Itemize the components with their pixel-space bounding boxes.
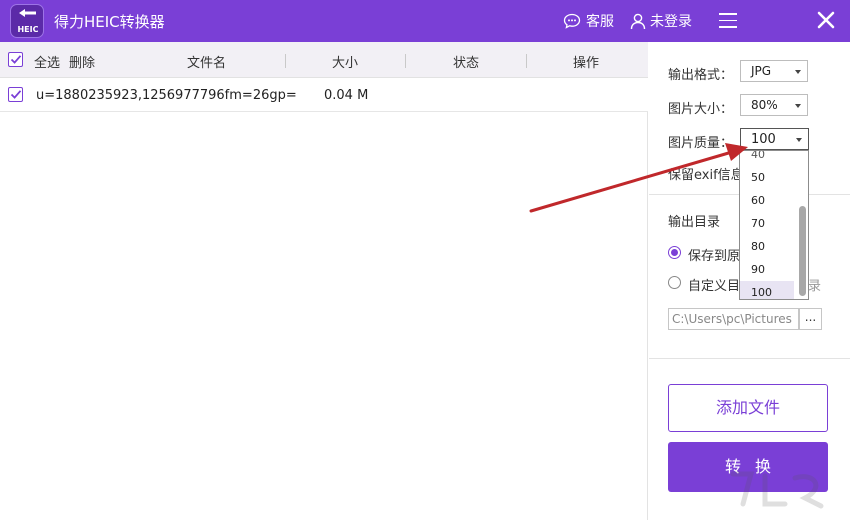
quality-option[interactable]: 80 [740,235,794,258]
keep-exif-label[interactable]: 保留exif信息 [668,164,744,183]
browse-button[interactable]: ... [799,308,822,330]
dropdown-scrollbar[interactable] [797,151,808,299]
image-size-select[interactable]: 80% [740,94,808,116]
quality-option[interactable]: 40 [740,151,794,166]
save-to-original-label[interactable]: 保存到原 [688,245,740,264]
custom-dir-label[interactable]: 自定义目 [688,275,740,294]
custom-dir-label-tail: 录 [808,279,822,294]
section-divider [649,358,850,359]
login-label: 未登录 [650,14,692,30]
file-size: 0.04 M [324,88,369,103]
menu-button[interactable] [719,13,737,29]
column-actions: 操作 [573,56,600,71]
output-format-value: JPG [751,64,772,78]
image-quality-value: 100 [751,132,776,147]
image-quality-select[interactable]: 100 [740,128,809,150]
login-button[interactable]: 未登录 [630,11,692,31]
select-all-checkbox[interactable] [8,52,23,67]
column-status: 状态 [453,56,480,71]
column-divider [405,54,406,68]
caret-down-icon [796,138,802,142]
caret-down-icon [795,70,801,74]
caret-down-icon [795,104,801,108]
output-format-label: 输出格式： [668,68,734,83]
add-file-button[interactable]: 添加文件 [668,384,828,432]
logo-text: HEIC [17,25,39,34]
quality-option[interactable]: 90 [740,258,794,281]
watermark-logo [730,471,824,509]
save-to-original-radio[interactable] [668,246,681,259]
app-logo: HEIC [10,4,44,38]
output-path-input[interactable]: C:\Users\pc\Pictures [668,308,799,330]
image-size-label: 图片大小： [668,102,734,117]
output-format-select[interactable]: JPG [740,60,808,82]
hamburger-icon [719,13,737,15]
customer-service-button[interactable]: 客服 [563,11,614,31]
app-title: 得力HEIC转换器 [54,13,165,31]
quality-option[interactable]: 70 [740,212,794,235]
row-checkbox[interactable] [8,87,23,102]
file-name: u=1880235923,1256977796fm=26gp= [36,88,297,103]
column-divider [526,54,527,68]
chat-bubble-icon [563,13,581,29]
column-size: 大小 [332,56,359,71]
scrollbar-thumb[interactable] [799,206,806,296]
checkmark-icon [10,55,22,64]
checkmark-icon [10,90,22,99]
output-dir-title: 输出目录 [668,215,721,230]
quality-option[interactable]: 60 [740,189,794,212]
user-icon [630,13,646,29]
custom-dir-radio[interactable] [668,276,681,289]
swap-arrows-icon [19,9,36,17]
delete-button[interactable]: 删除 [69,52,95,71]
quality-dropdown-list: 40 50 60 70 80 90 100 [739,150,809,300]
column-divider [285,54,286,68]
title-bar: HEIC 得力HEIC转换器 客服 未登录 [0,0,850,42]
image-size-value: 80% [751,98,778,112]
quality-option[interactable]: 50 [740,166,794,189]
file-list-panel: 全选 删除 文件名 大小 状态 操作 u=1880235923,12569777… [0,42,648,520]
select-all-label[interactable]: 全选 [34,52,60,71]
table-row[interactable]: u=1880235923,1256977796fm=26gp= 0.04 M [0,78,648,112]
file-list-header: 全选 删除 文件名 大小 状态 操作 [0,42,648,78]
column-filename: 文件名 [187,56,227,71]
quality-option-selected[interactable]: 100 [740,281,794,299]
close-button[interactable] [816,10,836,30]
close-icon [817,11,835,29]
customer-service-label: 客服 [586,14,614,30]
image-quality-label: 图片质量： [668,136,734,151]
